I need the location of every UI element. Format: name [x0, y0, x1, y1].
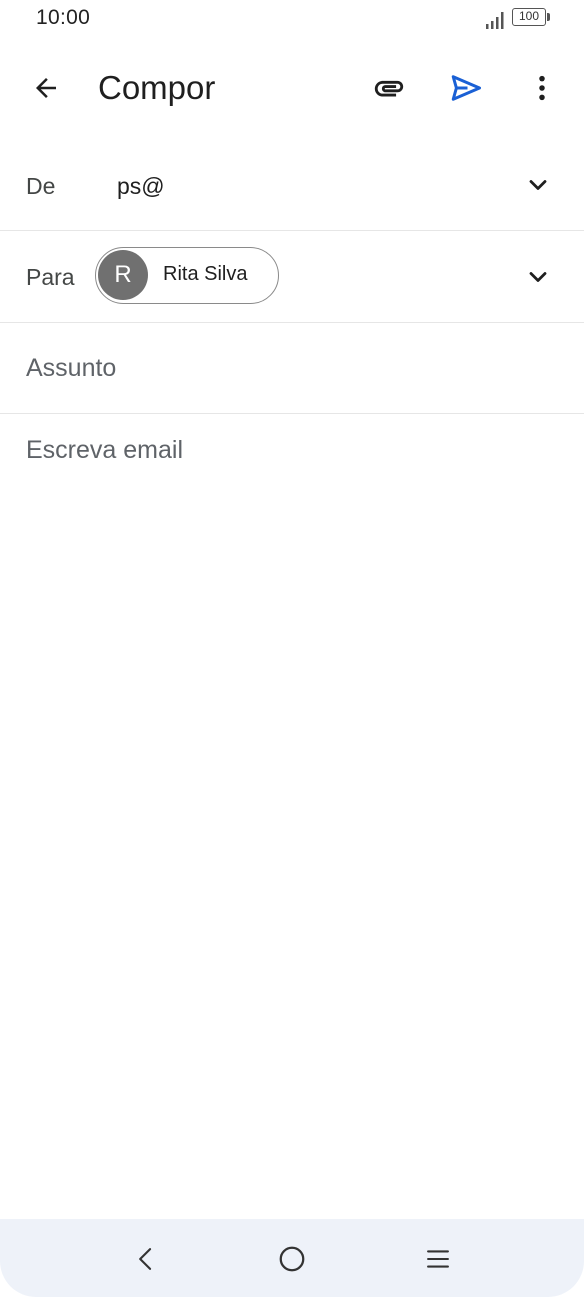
more-options-button[interactable] — [518, 64, 566, 112]
nav-back-button[interactable] — [120, 1233, 172, 1285]
send-button[interactable] — [442, 64, 490, 112]
recipient-name: Rita Silva — [163, 263, 248, 285]
subject-row — [0, 323, 584, 414]
from-dropdown-button[interactable] — [514, 161, 562, 209]
to-label: Para — [26, 264, 75, 290]
from-row: De ps@ — [0, 140, 584, 231]
chevron-down-icon — [529, 272, 547, 282]
from-address[interactable]: ps@ — [117, 173, 165, 200]
send-icon — [451, 75, 481, 101]
back-button[interactable] — [22, 64, 70, 112]
arrow-back-icon — [36, 78, 56, 98]
to-row: Para R Rita Silva — [0, 231, 584, 323]
status-time: 10:00 — [36, 6, 91, 29]
avatar: R — [98, 250, 148, 300]
to-dropdown-button[interactable] — [514, 253, 562, 301]
nav-menu-icon — [427, 1250, 449, 1268]
subject-input[interactable] — [26, 349, 556, 387]
nav-menu-button[interactable] — [412, 1233, 464, 1285]
nav-back-icon — [139, 1248, 152, 1270]
from-label: De — [26, 173, 56, 199]
more-vert-icon — [539, 75, 545, 101]
battery-icon: 100 — [512, 8, 546, 26]
recipient-chip[interactable]: R Rita Silva — [95, 247, 279, 304]
system-navigation-bar — [0, 1219, 584, 1297]
page-title: Compor — [98, 69, 216, 106]
attach-button[interactable] — [365, 64, 413, 112]
chevron-down-icon — [529, 180, 547, 190]
signal-icon — [486, 12, 504, 29]
email-body-input[interactable] — [26, 436, 558, 1176]
nav-home-button[interactable] — [266, 1233, 318, 1285]
battery-tip — [547, 13, 550, 21]
nav-home-icon — [279, 1246, 305, 1272]
status-bar: 10:00 100 — [0, 0, 584, 38]
battery-level: 100 — [518, 9, 540, 23]
paperclip-icon — [374, 80, 404, 97]
compose-toolbar: Compor — [0, 48, 584, 128]
